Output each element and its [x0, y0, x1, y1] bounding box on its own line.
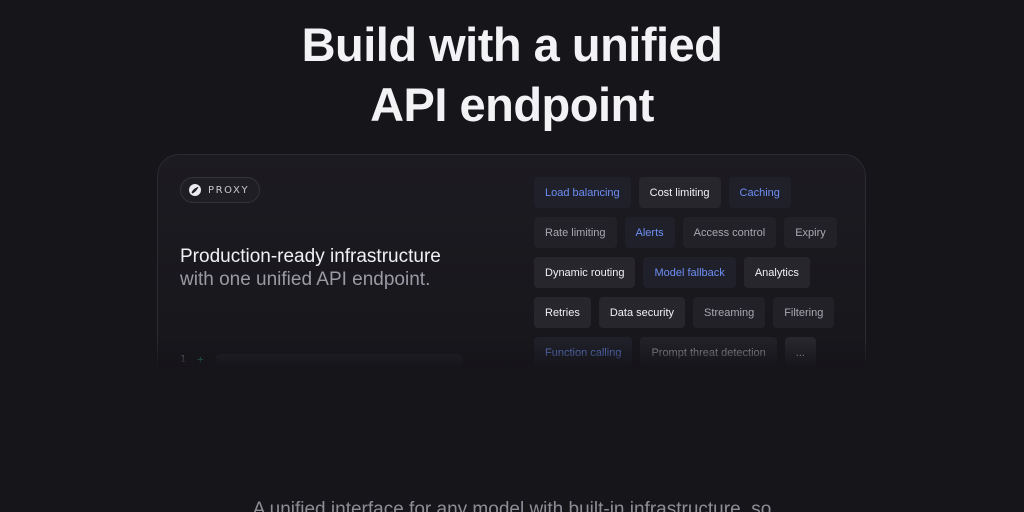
code-preview-line: 1 + — [180, 353, 463, 366]
proxy-feature-card: PROXY Production-ready infrastructure wi… — [157, 154, 866, 414]
feature-chip-cost-limiting: Cost limiting — [638, 177, 721, 208]
feature-chip-row: Function calling Prompt threat detection.… — [534, 337, 854, 368]
card-headline-strong: Production-ready infrastructure — [180, 246, 441, 267]
feature-chip-load-balancing: Load balancing — [534, 177, 631, 208]
feature-chip-row: Rate limiting Alerts Access control Expiry — [534, 217, 854, 248]
feature-chip-prompt-threat-detection: Prompt threat detection — [640, 337, 777, 368]
feature-chip-row: Load balancing Cost limiting Caching — [534, 177, 854, 208]
diff-added-marker: + — [197, 353, 204, 366]
feature-chip-model-fallback: Model fallback — [643, 257, 736, 288]
proxy-badge-label: PROXY — [208, 184, 250, 196]
feature-chip-expiry: Expiry — [784, 217, 837, 248]
feature-chip-streaming: Streaming — [693, 297, 766, 328]
feature-chip-rate-limiting: Rate limiting — [534, 217, 617, 248]
feature-chip-more: ... — [784, 337, 816, 368]
feature-chip-access-control: Access control — [682, 217, 777, 248]
proxy-logo-icon — [189, 184, 201, 196]
feature-chip-caching: Caching — [728, 177, 791, 208]
code-placeholder-bar — [215, 353, 463, 366]
hero-title-line-2: API endpoint — [370, 78, 654, 132]
page: Build with a unified API endpoint PROXY … — [0, 0, 1024, 512]
feature-chip-dynamic-routing: Dynamic routing — [534, 257, 636, 288]
feature-chip-row: Retries Data security Streaming Filtering — [534, 297, 854, 328]
code-line-number: 1 — [180, 354, 187, 365]
proxy-badge: PROXY — [180, 177, 261, 203]
feature-chip-alerts: Alerts — [624, 217, 675, 248]
feature-chip-filtering: Filtering — [773, 297, 835, 328]
feature-chip-retries: Retries — [534, 297, 591, 328]
footer-description: A unified interface for any model with b… — [252, 499, 772, 512]
card-headline-muted: with one unified API endpoint. — [180, 269, 431, 290]
hero-title: Build with a unified API endpoint — [0, 15, 1024, 135]
feature-chip-function-calling: Function calling — [534, 337, 633, 368]
hero-title-line-1: Build with a unified — [301, 18, 723, 72]
feature-chip-grid: Load balancing Cost limiting Caching Rate l… — [534, 177, 854, 377]
card-headline: Production-ready infrastructure with one… — [180, 245, 500, 291]
feature-chip-row: Dynamic routing Model fallback Analytics — [534, 257, 854, 288]
feature-chip-analytics: Analytics — [743, 257, 810, 288]
feature-chip-data-security: Data security — [598, 297, 686, 328]
